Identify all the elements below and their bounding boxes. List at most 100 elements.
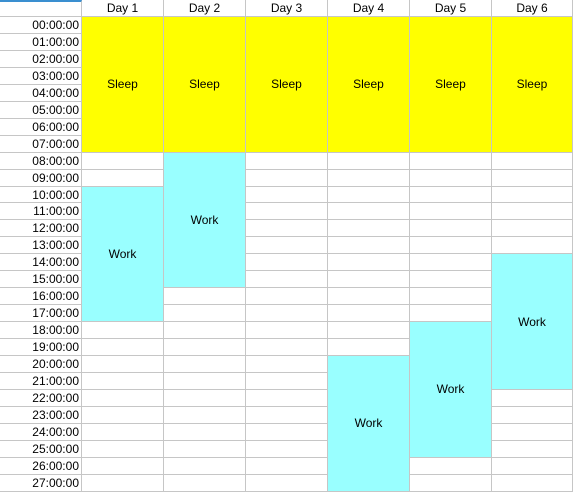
cell[interactable]: [492, 169, 573, 187]
merged-cell-sleep[interactable]: Sleep: [410, 17, 492, 153]
cell[interactable]: [82, 339, 164, 357]
merged-cell-sleep[interactable]: Sleep: [82, 17, 164, 153]
row-header[interactable]: 07:00:00: [0, 135, 82, 153]
cell[interactable]: [492, 389, 573, 407]
merged-cell-work[interactable]: Work: [410, 322, 492, 458]
row-header[interactable]: 11:00:00: [0, 203, 82, 221]
cell[interactable]: [246, 406, 328, 424]
cell[interactable]: [164, 322, 246, 340]
cell[interactable]: [82, 389, 164, 407]
cell[interactable]: [492, 457, 573, 475]
row-header[interactable]: 24:00:00: [0, 423, 82, 441]
merged-cell-work[interactable]: Work: [82, 186, 164, 323]
row-header[interactable]: 05:00:00: [0, 101, 82, 119]
cell[interactable]: [82, 322, 164, 340]
row-header[interactable]: 17:00:00: [0, 305, 82, 323]
cell[interactable]: [164, 389, 246, 407]
cell[interactable]: [492, 220, 573, 238]
row-header[interactable]: 27:00:00: [0, 474, 82, 492]
cell[interactable]: [410, 237, 492, 255]
row-header[interactable]: 09:00:00: [0, 169, 82, 187]
cell[interactable]: [164, 288, 246, 306]
cell[interactable]: [164, 440, 246, 458]
cell[interactable]: [328, 169, 410, 187]
cell[interactable]: [82, 457, 164, 475]
cell[interactable]: [164, 373, 246, 390]
column-header[interactable]: Day 3: [246, 0, 328, 17]
cell[interactable]: [328, 186, 410, 204]
column-header[interactable]: Day 6: [492, 0, 573, 17]
cell[interactable]: [328, 339, 410, 357]
cell[interactable]: [246, 474, 328, 492]
row-header[interactable]: 13:00:00: [0, 237, 82, 255]
spreadsheet-grid[interactable]: Day 1 Day 2 Day 3 Day 4 Day 5 Day 6 00:00:00 01…: [0, 0, 573, 492]
row-header[interactable]: 04:00:00: [0, 84, 82, 102]
row-header[interactable]: 03:00:00: [0, 67, 82, 85]
cell[interactable]: [246, 237, 328, 255]
cell[interactable]: [410, 169, 492, 187]
cell[interactable]: [82, 373, 164, 390]
cell[interactable]: [328, 322, 410, 340]
column-header[interactable]: Day 2: [164, 0, 246, 17]
row-header[interactable]: 21:00:00: [0, 373, 82, 390]
cell[interactable]: [82, 440, 164, 458]
row-header[interactable]: 15:00:00: [0, 271, 82, 289]
cell[interactable]: [246, 305, 328, 323]
cell[interactable]: [82, 356, 164, 374]
merged-cell-work[interactable]: Work: [492, 254, 573, 390]
cell[interactable]: [82, 169, 164, 187]
cell[interactable]: [164, 406, 246, 424]
cell[interactable]: [328, 288, 410, 306]
cell[interactable]: [246, 389, 328, 407]
cell[interactable]: [164, 305, 246, 323]
row-header[interactable]: 25:00:00: [0, 440, 82, 458]
row-header[interactable]: 01:00:00: [0, 33, 82, 51]
cell[interactable]: [82, 406, 164, 424]
row-header[interactable]: 10:00:00: [0, 186, 82, 204]
cell[interactable]: [82, 152, 164, 170]
cell[interactable]: [164, 339, 246, 357]
cell[interactable]: [328, 254, 410, 272]
cell[interactable]: [82, 474, 164, 492]
row-header[interactable]: 02:00:00: [0, 50, 82, 68]
cell[interactable]: [328, 271, 410, 289]
cell[interactable]: [410, 457, 492, 475]
cell[interactable]: [410, 474, 492, 492]
cell[interactable]: [246, 186, 328, 204]
merged-cell-sleep[interactable]: Sleep: [246, 17, 328, 153]
row-header[interactable]: 00:00:00: [0, 17, 82, 34]
cell[interactable]: [492, 406, 573, 424]
cell[interactable]: [246, 373, 328, 390]
cell[interactable]: [492, 152, 573, 170]
cell[interactable]: [164, 356, 246, 374]
cell[interactable]: [410, 254, 492, 272]
cell[interactable]: [492, 474, 573, 492]
cell[interactable]: [410, 220, 492, 238]
cell[interactable]: [246, 339, 328, 357]
cell[interactable]: [410, 271, 492, 289]
cell[interactable]: [164, 457, 246, 475]
cell[interactable]: [328, 152, 410, 170]
row-header[interactable]: 26:00:00: [0, 457, 82, 475]
cell[interactable]: [492, 203, 573, 221]
cell[interactable]: [246, 152, 328, 170]
cell[interactable]: [328, 203, 410, 221]
merged-cell-work[interactable]: Work: [328, 356, 410, 492]
cell[interactable]: [492, 237, 573, 255]
cell[interactable]: [246, 423, 328, 441]
cell[interactable]: [492, 186, 573, 204]
cell[interactable]: [246, 220, 328, 238]
merged-cell-sleep[interactable]: Sleep: [328, 17, 410, 153]
row-header[interactable]: 18:00:00: [0, 322, 82, 340]
cell[interactable]: [328, 305, 410, 323]
row-header[interactable]: 20:00:00: [0, 356, 82, 374]
row-header[interactable]: 23:00:00: [0, 406, 82, 424]
cell[interactable]: [246, 457, 328, 475]
merged-cell-sleep[interactable]: Sleep: [164, 17, 246, 153]
merged-cell-work[interactable]: Work: [164, 152, 246, 289]
cell[interactable]: [492, 440, 573, 458]
cell[interactable]: [328, 220, 410, 238]
cell[interactable]: [246, 288, 328, 306]
row-header[interactable]: 08:00:00: [0, 152, 82, 170]
column-header[interactable]: Day 4: [328, 0, 410, 17]
